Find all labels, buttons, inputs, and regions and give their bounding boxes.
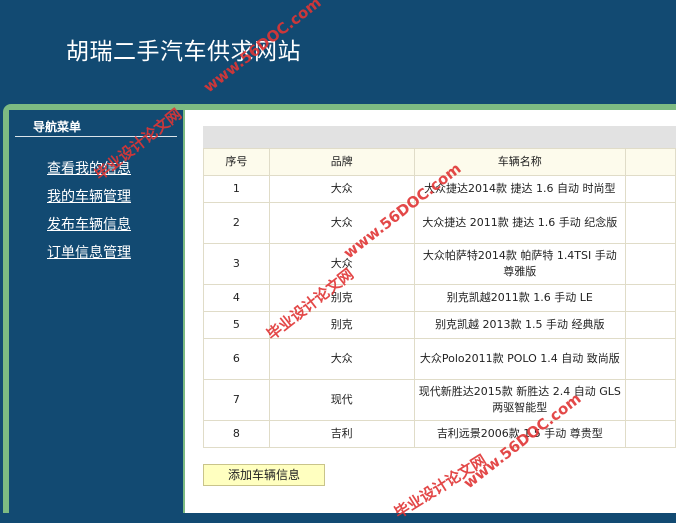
cell-brand: 别克	[268, 284, 415, 312]
cell-name: 别克凯越2011款 1.6 手动 LE	[413, 284, 627, 312]
cell-name: 别克凯越 2013款 1.5 手动 经典版	[413, 311, 627, 339]
cell-no: 7	[203, 379, 270, 421]
col-header-extra	[625, 148, 676, 176]
cell-extra	[625, 243, 676, 285]
cell-no: 4	[203, 284, 270, 312]
nav-divider	[15, 136, 177, 137]
cell-no: 8	[203, 420, 270, 448]
cell-no: 5	[203, 311, 270, 339]
cell-brand: 大众	[268, 175, 415, 203]
cell-name: 大众捷达 2011款 捷达 1.6 手动 纪念版	[413, 202, 627, 244]
cell-brand: 别克	[268, 311, 415, 339]
table-row: 7 现代 现代新胜达2015款 新胜达 2.4 自动 GLS 两驱智能型	[203, 379, 676, 421]
cell-name: 大众帕萨特2014款 帕萨特 1.4TSI 手动 尊雅版	[413, 243, 627, 285]
table-row: 2 大众 大众捷达 2011款 捷达 1.6 手动 纪念版	[203, 202, 676, 244]
cell-extra	[625, 202, 676, 244]
cell-no: 1	[203, 175, 270, 203]
nav-title: 导航菜单	[33, 120, 82, 134]
sidebar-nav: 导航菜单 查看我的信息 我的车辆管理 发布车辆信息 订单信息管理	[9, 110, 183, 513]
nav-item-my-info[interactable]: 查看我的信息	[47, 161, 131, 177]
table-row: 6 大众 大众Polo2011款 POLO 1.4 自动 致尚版	[203, 338, 676, 380]
table-row: 3 大众 大众帕萨特2014款 帕萨特 1.4TSI 手动 尊雅版	[203, 243, 676, 285]
cell-name: 大众Polo2011款 POLO 1.4 自动 致尚版	[413, 338, 627, 380]
cell-brand: 大众	[268, 338, 415, 380]
cell-brand: 现代	[268, 379, 415, 421]
cell-name: 现代新胜达2015款 新胜达 2.4 自动 GLS 两驱智能型	[413, 379, 627, 421]
cell-extra	[625, 420, 676, 448]
site-header: 胡瑞二手汽车供求网站	[0, 0, 676, 104]
cell-name: 大众捷达2014款 捷达 1.6 自动 时尚型	[413, 175, 627, 203]
add-vehicle-button[interactable]: 添加车辆信息	[203, 464, 325, 486]
cell-no: 3	[203, 243, 270, 285]
site-title: 胡瑞二手汽车供求网站	[66, 39, 301, 65]
cell-no: 2	[203, 202, 270, 244]
cell-brand: 吉利	[268, 420, 415, 448]
cell-brand: 大众	[268, 202, 415, 244]
col-header-name: 车辆名称	[413, 148, 627, 176]
cell-extra	[625, 284, 676, 312]
table-row: 5 别克 别克凯越 2013款 1.5 手动 经典版	[203, 311, 676, 339]
cell-extra	[625, 379, 676, 421]
table-row: 8 吉利 吉利远景2006款 1.5 手动 尊贵型	[203, 420, 676, 448]
cell-extra	[625, 311, 676, 339]
table-row: 4 别克 别克凯越2011款 1.6 手动 LE	[203, 284, 676, 312]
nav-item-order-management[interactable]: 订单信息管理	[47, 245, 131, 261]
nav-item-my-vehicles[interactable]: 我的车辆管理	[47, 189, 131, 205]
table-caption-bar	[203, 126, 676, 148]
nav-list: 查看我的信息 我的车辆管理 发布车辆信息 订单信息管理	[47, 158, 131, 270]
table-row: 1 大众 大众捷达2014款 捷达 1.6 自动 时尚型	[203, 175, 676, 203]
cell-brand: 大众	[268, 243, 415, 285]
cell-no: 6	[203, 338, 270, 380]
nav-item-publish-vehicle[interactable]: 发布车辆信息	[47, 217, 131, 233]
vehicle-table: 序号 品牌 车辆名称 1 大众 大众捷达2014款 捷达 1.6 自动 时尚型 …	[203, 148, 676, 448]
col-header-no: 序号	[203, 148, 270, 176]
table-header-row: 序号 品牌 车辆名称	[203, 148, 676, 176]
col-header-brand: 品牌	[268, 148, 415, 176]
cell-extra	[625, 175, 676, 203]
cell-extra	[625, 338, 676, 380]
main-content: 序号 品牌 车辆名称 1 大众 大众捷达2014款 捷达 1.6 自动 时尚型 …	[185, 110, 676, 513]
cell-name: 吉利远景2006款 1.5 手动 尊贵型	[413, 420, 627, 448]
